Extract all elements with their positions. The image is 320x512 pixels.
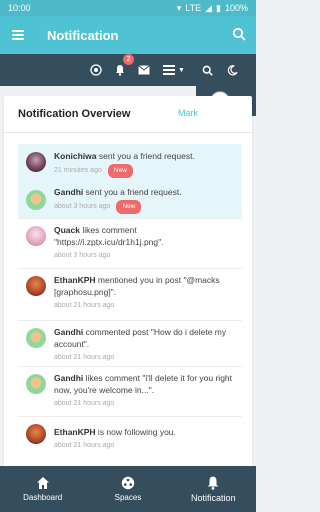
- moon-icon[interactable]: [222, 60, 242, 80]
- divider: [18, 416, 242, 417]
- nav-spaces[interactable]: Spaces: [85, 466, 170, 512]
- signal-icon: ◢: [205, 2, 213, 13]
- bell-icon: [116, 65, 124, 76]
- network-label: LTE: [185, 3, 202, 13]
- home-icon: [36, 477, 49, 489]
- notification-time: about 3 hours ago: [54, 252, 111, 259]
- notification-item[interactable]: EthanKPH mentioned you in post "@macks […: [18, 270, 242, 320]
- notification-user: Gandhi: [54, 327, 84, 337]
- avatar: [26, 152, 46, 172]
- bottom-nav: Dashboard Spaces Notification: [0, 466, 256, 512]
- battery-icon: ▮: [216, 2, 221, 13]
- battery-label: 100%: [224, 3, 248, 13]
- spaces-icon: [121, 476, 135, 490]
- notification-user: Konichiwa: [54, 151, 97, 161]
- notification-time: 21 minutes ago: [54, 167, 102, 174]
- search-icon[interactable]: [232, 27, 246, 41]
- divider: [18, 320, 242, 321]
- chevron-down-icon: ▼: [178, 66, 185, 74]
- toolbar-search-icon[interactable]: [197, 60, 217, 80]
- notification-time: about 21 hours ago: [54, 442, 115, 449]
- mail-icon[interactable]: [134, 60, 154, 80]
- avatar: [26, 276, 46, 296]
- list-icon: [163, 65, 176, 75]
- divider: [18, 218, 242, 219]
- avatar: [26, 226, 46, 246]
- toolbar: 2 ▼: [0, 54, 256, 86]
- wifi-icon: ▾: [176, 2, 182, 13]
- notification-time: about 21 hours ago: [54, 354, 115, 361]
- notification-user: EthanKPH: [54, 275, 96, 285]
- nav-label: Notification: [191, 492, 236, 503]
- notification-text: sent you a friend request.: [96, 151, 195, 161]
- notification-text: sent you a friend request.: [83, 187, 182, 197]
- notification-text: is now following you.: [95, 427, 176, 437]
- avatar: [26, 328, 46, 348]
- notification-time: about 3 hours ago: [54, 203, 111, 210]
- status-bar: 10:00 ▾ LTE ◢ ▮ 100%: [0, 0, 256, 16]
- notification-user: Gandhi: [54, 373, 84, 383]
- mark-all-link[interactable]: Mark: [178, 108, 198, 118]
- notification-item[interactable]: Konichiwa sent you a friend request. 21 …: [18, 144, 242, 184]
- card-title: Notification Overview: [18, 108, 131, 120]
- notification-user: EthanKPH: [54, 427, 96, 437]
- nav-dashboard[interactable]: Dashboard: [0, 466, 85, 512]
- avatar: [26, 424, 46, 444]
- divider: [18, 366, 242, 367]
- notification-item[interactable]: EthanKPH is now following you. about 21 …: [18, 418, 242, 466]
- new-badge: New: [116, 200, 142, 214]
- notification-item[interactable]: Gandhi commented post "How do i delete m…: [18, 322, 242, 366]
- notification-time: about 21 hours ago: [54, 302, 115, 309]
- avatar: [26, 190, 46, 210]
- menu-icon[interactable]: [12, 30, 24, 40]
- bell-icon: [208, 476, 219, 490]
- notification-user: Gandhi: [54, 187, 84, 197]
- list-dropdown-button[interactable]: ▼: [160, 60, 188, 80]
- notification-item[interactable]: Gandhi likes comment "i'll delete it for…: [18, 368, 242, 416]
- nav-label: Spaces: [114, 493, 142, 502]
- app-bar: Notification: [0, 16, 256, 54]
- notification-item[interactable]: Gandhi sent you a friend request. about …: [18, 184, 242, 218]
- divider: [18, 268, 242, 269]
- bell-button[interactable]: 2: [110, 54, 134, 80]
- new-badge: New: [107, 164, 133, 178]
- avatar: [26, 374, 46, 394]
- notification-card: Notification Overview Mark Konichiwa sen…: [4, 96, 252, 468]
- status-time: 10:00: [8, 3, 31, 13]
- divider: [4, 132, 252, 133]
- nav-notification[interactable]: Notification: [171, 466, 256, 512]
- notification-user: Quack: [54, 225, 80, 235]
- notification-time: about 21 hours ago: [54, 400, 115, 407]
- notification-item[interactable]: Quack likes comment "https://i.zptx.icu/…: [18, 220, 242, 268]
- target-icon[interactable]: [86, 60, 106, 80]
- nav-label: Dashboard: [23, 493, 63, 502]
- page-title: Notification: [47, 27, 119, 43]
- notification-count-badge: 2: [123, 54, 134, 65]
